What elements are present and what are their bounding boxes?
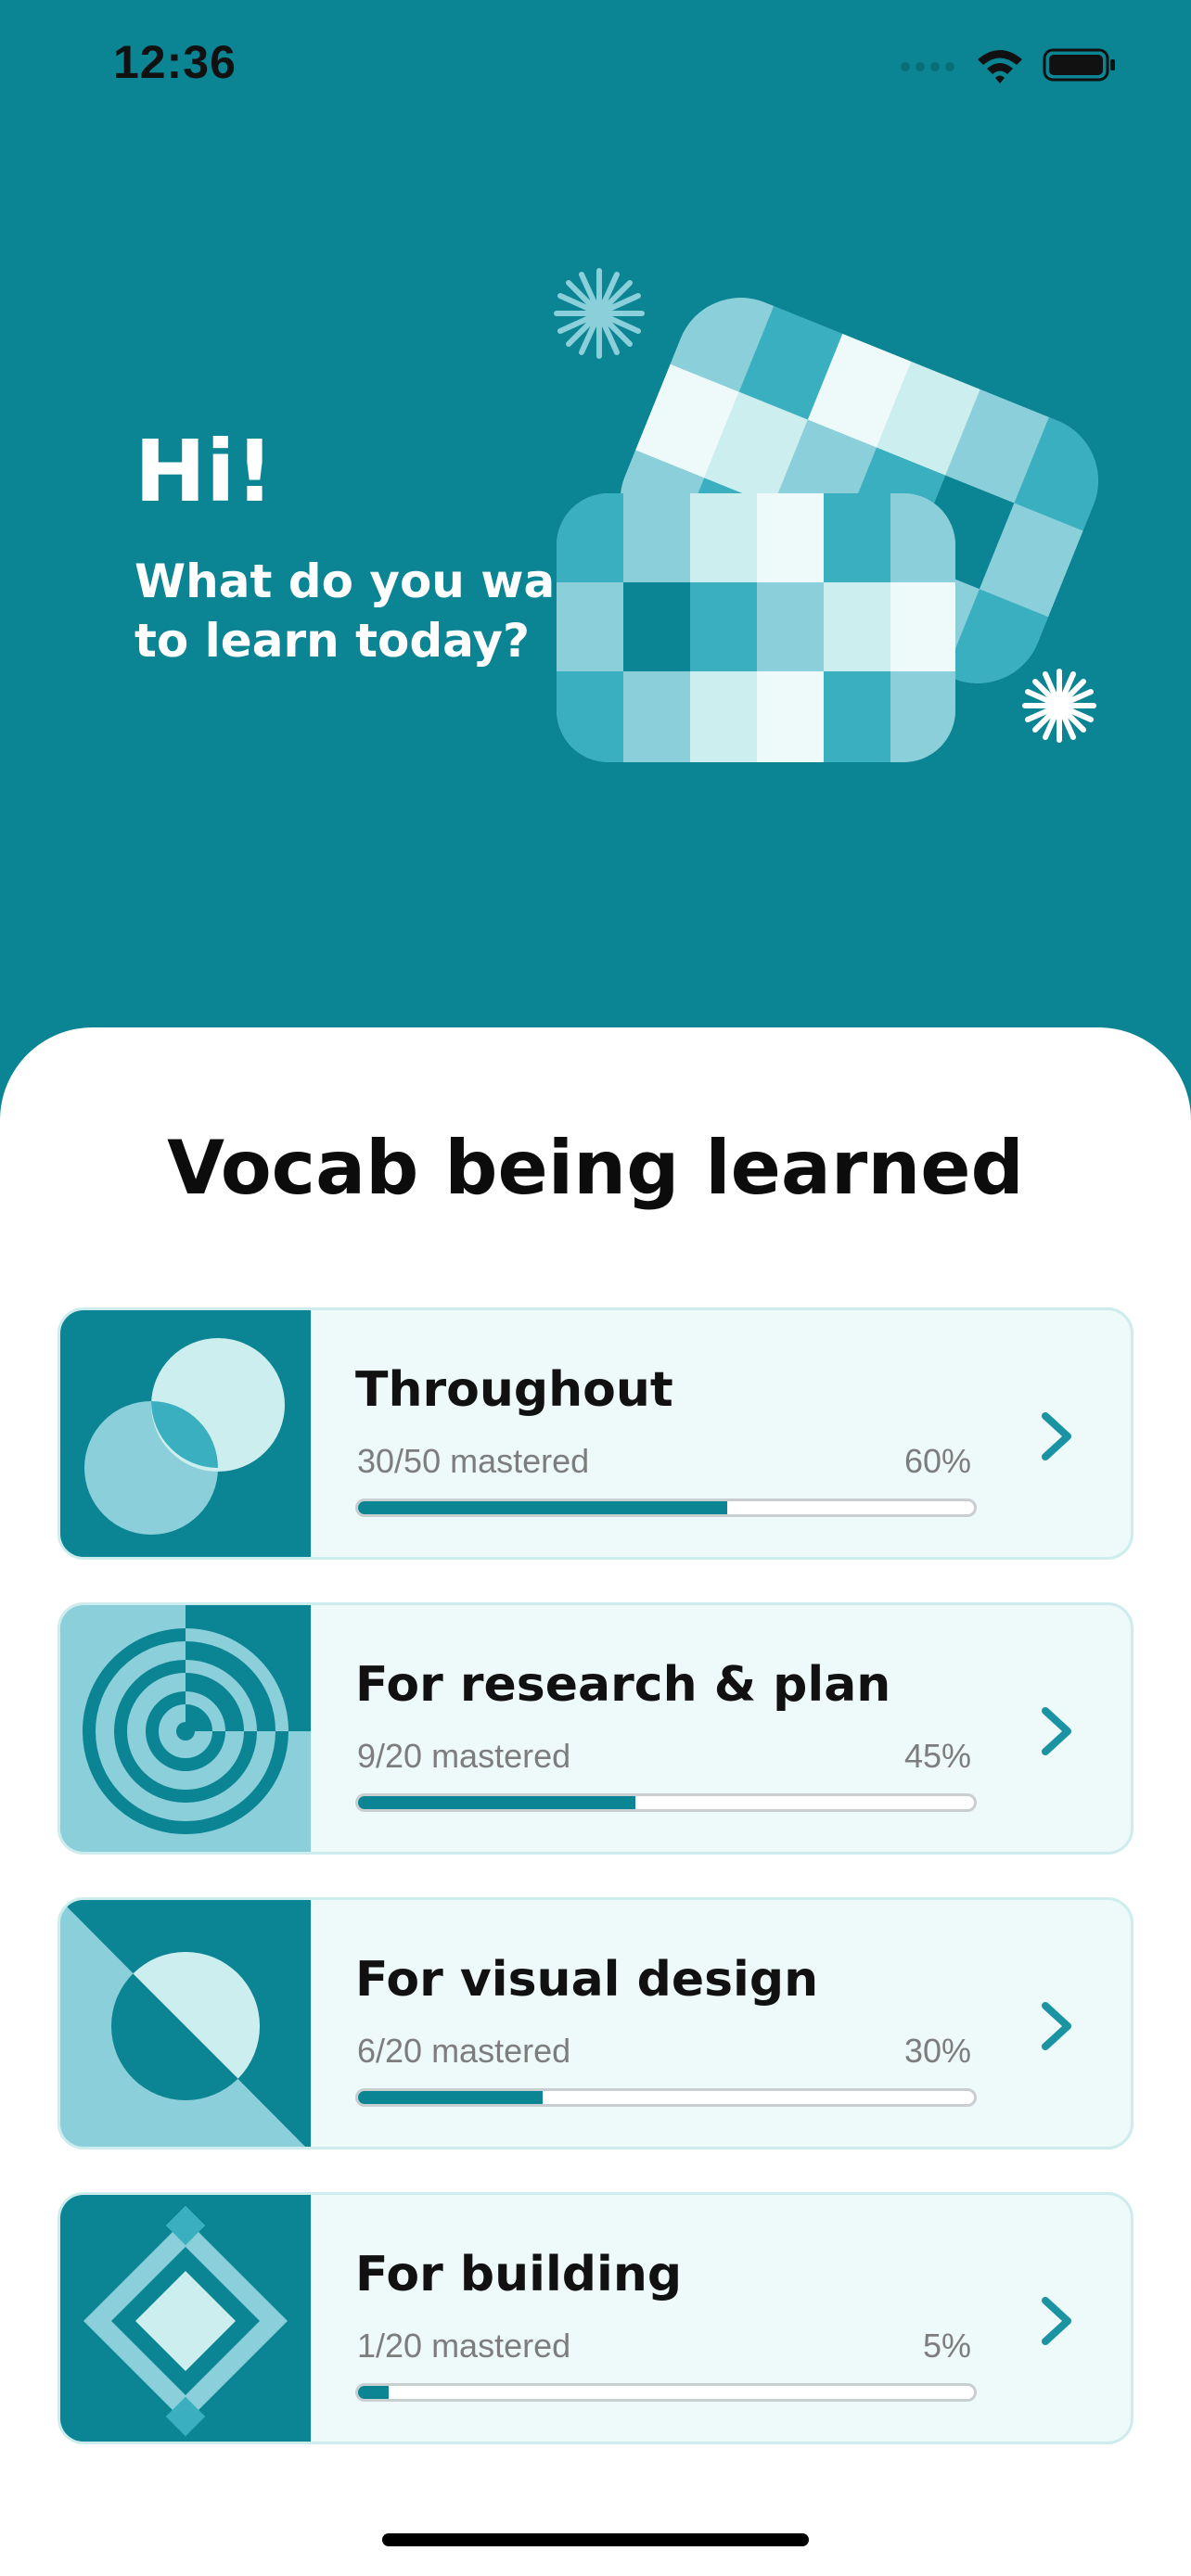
course-title: For research & plan [355, 1657, 891, 1713]
nested-diamonds-icon [60, 2195, 311, 2442]
course-progress-fill [358, 2386, 390, 2399]
overlapping-circles-icon [60, 1310, 311, 1557]
concentric-target-icon [60, 1605, 311, 1852]
hero-illustration [554, 268, 1119, 762]
chevron-right-icon[interactable] [1034, 1703, 1081, 1759]
course-progress-fill [358, 1796, 635, 1809]
course-progress-fill [358, 2091, 544, 2104]
course-mastered-count: 6/20 mastered [357, 2032, 571, 2070]
hero-section: Hi! What do you want to learn today? [0, 130, 1191, 1020]
course-card-throughout[interactable]: Throughout 30/50 mastered 60% [58, 1307, 1133, 1560]
course-progress-fill [358, 1501, 728, 1514]
status-time: 12:36 [113, 36, 237, 88]
course-title: Throughout [355, 1362, 673, 1418]
vocab-sheet: Vocab being learned Throughout 30/50 mas… [0, 1027, 1191, 2576]
course-progress-bar [355, 1793, 977, 1812]
status-icons [900, 46, 1117, 83]
wifi-icon [978, 50, 1022, 83]
course-mastered-count: 9/20 mastered [357, 1737, 571, 1775]
course-card-research-plan[interactable]: For research & plan 9/20 mastered 45% [58, 1602, 1133, 1855]
course-percent: 5% [922, 2327, 971, 2365]
course-percent: 60% [903, 1442, 971, 1480]
front-flashcard [557, 493, 955, 762]
course-percent: 30% [903, 2032, 971, 2070]
chevron-right-icon[interactable] [1034, 1998, 1081, 2054]
course-mastered-count: 30/50 mastered [357, 1442, 590, 1480]
course-title: For building [355, 2247, 683, 2302]
course-card-building[interactable]: For building 1/20 mastered 5% [58, 2192, 1133, 2444]
battery-icon [1043, 48, 1115, 82]
home-indicator[interactable] [382, 2533, 809, 2546]
split-circle-icon [60, 1900, 311, 2147]
section-title: Vocab being learned [167, 1125, 1024, 1211]
course-progress-bar [355, 2088, 977, 2107]
cellular-signal-icon [901, 62, 954, 71]
course-card-visual-design[interactable]: For visual design 6/20 mastered 30% [58, 1897, 1133, 2149]
course-progress-bar [355, 2383, 977, 2402]
sparkle-icon [554, 268, 645, 359]
sparkle-icon [1022, 669, 1096, 743]
status-bar: 12:36 [0, 0, 1191, 130]
course-progress-bar [355, 1498, 977, 1517]
course-mastered-count: 1/20 mastered [357, 2327, 571, 2365]
chevron-right-icon[interactable] [1034, 1409, 1081, 1464]
course-title: For visual design [355, 1952, 819, 2008]
chevron-right-icon[interactable] [1034, 2293, 1081, 2349]
course-percent: 45% [903, 1737, 971, 1775]
